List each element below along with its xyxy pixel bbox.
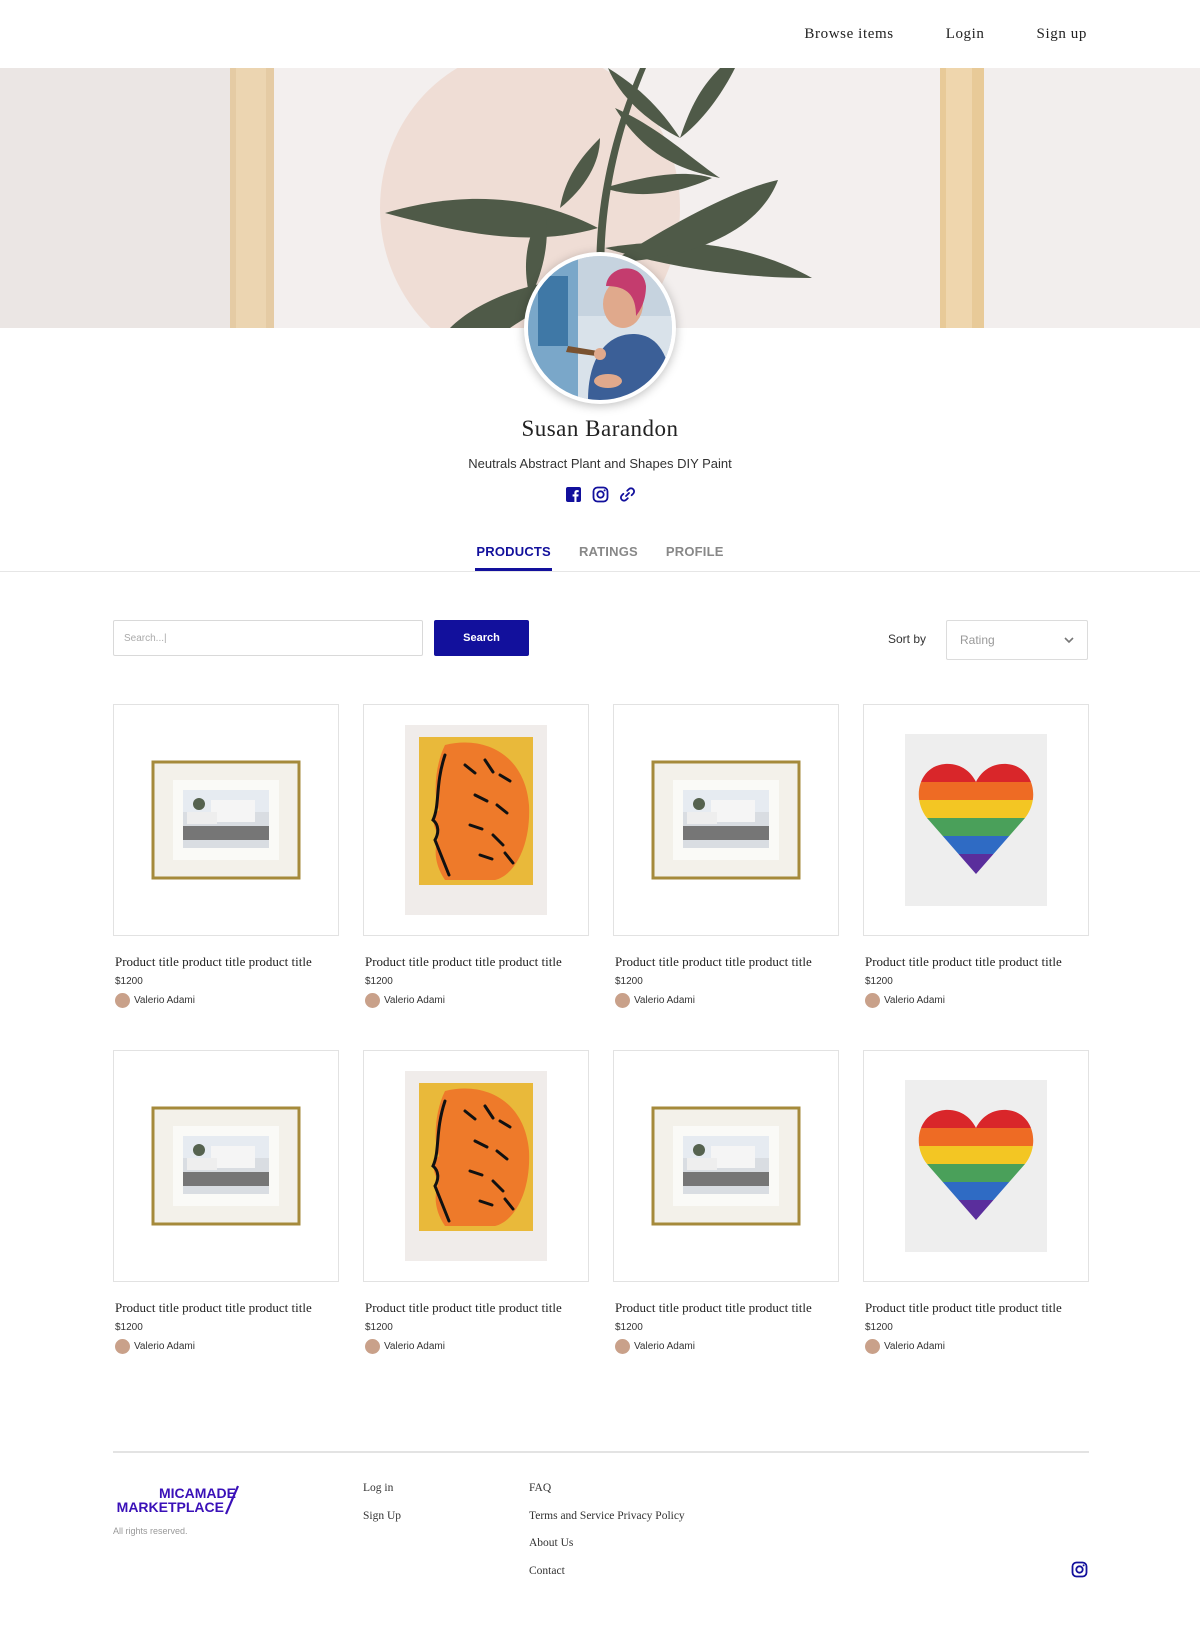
product-card[interactable]: Product title product title product titl… [363,1050,589,1396]
micamade-logo[interactable]: MICAMADE MARKETPLACE [114,1484,240,1518]
product-image[interactable] [863,704,1089,936]
logo-line2: MARKETPLACE [117,1499,224,1515]
product-price: $1200 [615,976,643,987]
seller-name: Valerio Adami [384,995,445,1006]
sort-select[interactable]: Rating [946,620,1088,660]
instagram-icon[interactable] [592,486,609,503]
link-icon[interactable] [619,486,636,503]
footer-col-account: Log in Sign Up [363,1482,401,1537]
product-price: $1200 [865,1322,893,1333]
top-nav: Browse items Login Sign up [0,0,1200,68]
tab-products[interactable]: PRODUCTS [475,540,552,571]
product-image[interactable] [613,1050,839,1282]
product-seller[interactable]: Valerio Adami [363,993,589,1008]
product-title[interactable]: Product title product title product titl… [863,954,1063,970]
chevron-down-icon [1064,633,1074,647]
product-title[interactable]: Product title product title product titl… [363,1300,563,1316]
footer-faq-link[interactable]: FAQ [529,1482,685,1510]
seller-name: Valerio Adami [634,1341,695,1352]
seller-avatar [865,993,880,1008]
product-title[interactable]: Product title product title product titl… [613,954,813,970]
product-title[interactable]: Product title product title product titl… [113,954,313,970]
seller-avatar [115,1339,130,1354]
product-price: $1200 [365,976,393,987]
tab-profile[interactable]: PROFILE [665,540,725,571]
product-image[interactable] [613,704,839,936]
footer-contact-link[interactable]: Contact [529,1565,685,1593]
search-input[interactable] [113,620,423,656]
product-image[interactable] [113,704,339,936]
product-image[interactable] [363,1050,589,1282]
footer-terms-link[interactable]: Terms and Service Privacy Policy [529,1510,685,1538]
login-link[interactable]: Login [946,26,985,43]
seller-name: Valerio Adami [634,995,695,1006]
search-button[interactable]: Search [434,620,529,656]
product-price: $1200 [115,976,143,987]
product-seller[interactable]: Valerio Adami [363,1339,589,1354]
product-card[interactable]: Product title product title product titl… [363,704,589,1050]
seller-avatar [115,993,130,1008]
product-card[interactable]: Product title product title product titl… [613,1050,839,1396]
product-price: $1200 [615,1322,643,1333]
copyright-text: All rights reserved. [113,1526,188,1536]
product-seller[interactable]: Valerio Adami [113,993,339,1008]
product-price: $1200 [115,1322,143,1333]
browse-items-link[interactable]: Browse items [804,26,893,43]
product-grid: Product title product title product titl… [113,704,1089,1396]
product-title[interactable]: Product title product title product titl… [863,1300,1063,1316]
product-image[interactable] [363,704,589,936]
instagram-icon[interactable] [1071,1561,1088,1578]
footer-divider [113,1451,1089,1453]
seller-avatar [865,1339,880,1354]
product-title[interactable]: Product title product title product titl… [613,1300,813,1316]
product-card[interactable]: Product title product title product titl… [863,1050,1089,1396]
product-title[interactable]: Product title product title product titl… [363,954,563,970]
product-card[interactable]: Product title product title product titl… [613,704,839,1050]
facebook-icon[interactable] [565,486,582,503]
sort-label: Sort by [888,632,927,646]
product-card[interactable]: Product title product title product titl… [113,704,339,1050]
product-seller[interactable]: Valerio Adami [113,1339,339,1354]
seller-name: Valerio Adami [884,995,945,1006]
product-seller[interactable]: Valerio Adami [613,993,839,1008]
product-price: $1200 [865,976,893,987]
social-links [0,486,1200,503]
seller-name: Valerio Adami [134,1341,195,1352]
product-card[interactable]: Product title product title product titl… [113,1050,339,1396]
product-image[interactable] [113,1050,339,1282]
profile-tabs: PRODUCTS RATINGS PROFILE [0,540,1200,572]
seller-avatar [615,1339,630,1354]
footer-login-link[interactable]: Log in [363,1482,401,1510]
product-image[interactable] [863,1050,1089,1282]
seller-avatar [615,993,630,1008]
footer-about-link[interactable]: About Us [529,1537,685,1565]
tab-ratings[interactable]: RATINGS [578,540,639,571]
product-card[interactable]: Product title product title product titl… [863,704,1089,1050]
product-seller[interactable]: Valerio Adami [863,993,1089,1008]
seller-name: Valerio Adami [134,995,195,1006]
product-title[interactable]: Product title product title product titl… [113,1300,313,1316]
product-seller[interactable]: Valerio Adami [613,1339,839,1354]
seller-avatar [365,993,380,1008]
footer-signup-link[interactable]: Sign Up [363,1510,401,1538]
seller-name: Valerio Adami [884,1341,945,1352]
sort-value: Rating [960,633,995,647]
footer-col-info: FAQ Terms and Service Privacy Policy Abo… [529,1482,685,1592]
product-price: $1200 [365,1322,393,1333]
profile-name: Susan Barandon [521,416,679,441]
seller-name: Valerio Adami [384,1341,445,1352]
profile-tagline: Neutrals Abstract Plant and Shapes DIY P… [468,456,732,471]
avatar [524,252,676,404]
seller-avatar [365,1339,380,1354]
product-seller[interactable]: Valerio Adami [863,1339,1089,1354]
signup-link[interactable]: Sign up [1037,26,1087,43]
